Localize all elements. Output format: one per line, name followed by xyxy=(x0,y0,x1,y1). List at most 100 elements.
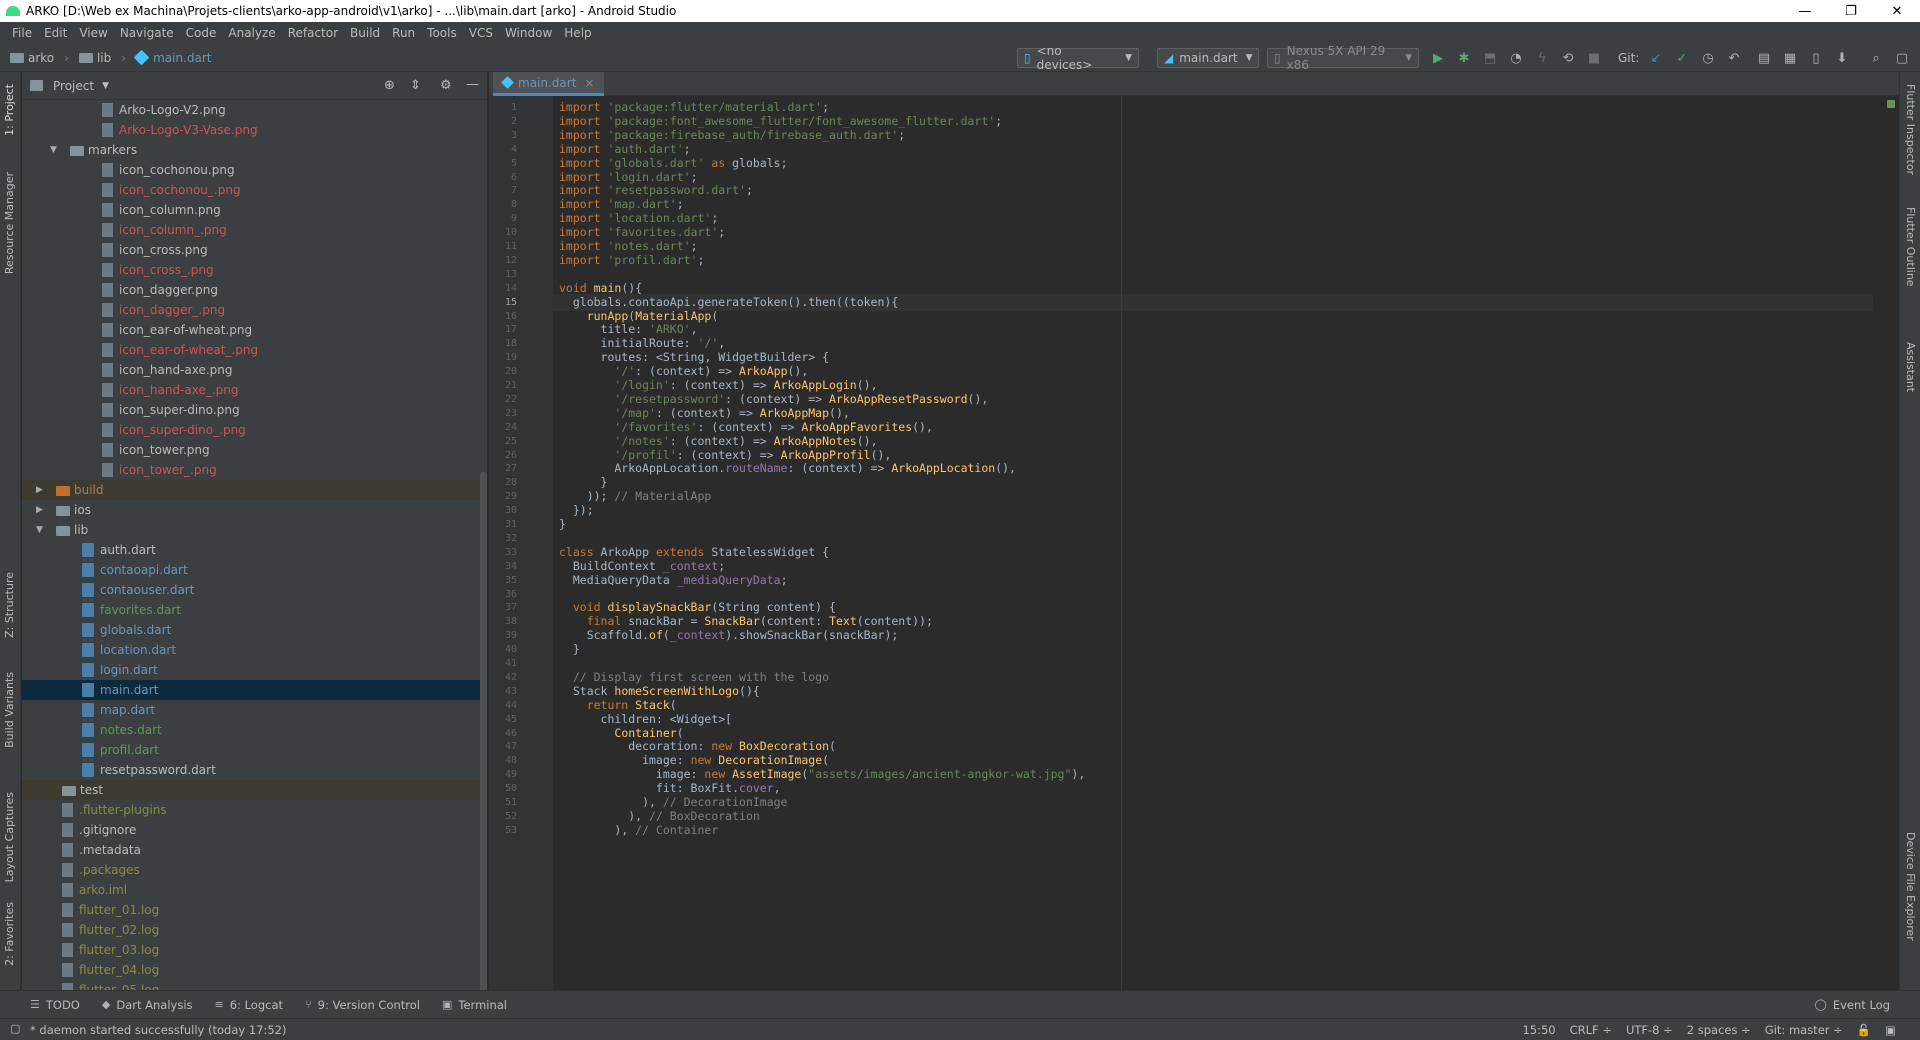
collapse-all-icon[interactable]: ⇕ xyxy=(410,78,421,93)
tree-file[interactable]: .packages xyxy=(22,860,487,880)
close-button[interactable]: ✕ xyxy=(1874,0,1920,22)
menu-build[interactable]: Build xyxy=(344,26,386,40)
tab-device-file-explorer[interactable]: Device File Explorer xyxy=(1904,832,1917,941)
menu-file[interactable]: File xyxy=(6,26,38,40)
tree-file[interactable]: resetpassword.dart xyxy=(22,760,487,780)
tree-file[interactable]: Arko-Logo-V2.png xyxy=(22,100,487,120)
sync-icon[interactable]: ⬇ xyxy=(1834,50,1850,66)
git-rollback-icon[interactable]: ↶ xyxy=(1726,50,1742,66)
code-line[interactable]: Scaffold.of(_context).showSnackBar(snack… xyxy=(559,627,899,644)
tree-folder[interactable]: ▶ build xyxy=(22,480,487,500)
menu-tools[interactable]: Tools xyxy=(421,26,463,40)
tool-terminal[interactable]: ▣ Terminal xyxy=(442,998,507,1012)
git-update-icon[interactable]: ↙ xyxy=(1648,50,1664,66)
tree-file[interactable]: icon_tower.png xyxy=(22,440,487,460)
tree-folder[interactable]: ▶ ios xyxy=(22,500,487,520)
tree-file[interactable]: notes.dart xyxy=(22,720,487,740)
tree-folder[interactable]: ▼ lib xyxy=(22,520,487,540)
tool-9-version-control[interactable]: ⑂ 9: Version Control xyxy=(305,998,420,1012)
memory-indicator-icon[interactable]: ▣ xyxy=(1885,1023,1896,1037)
menu-help[interactable]: Help xyxy=(558,26,597,40)
layout-icon[interactable]: ▢ xyxy=(1894,50,1910,66)
tree-file[interactable]: profil.dart xyxy=(22,740,487,760)
tree-file[interactable]: .flutter-plugins xyxy=(22,800,487,820)
tree-file[interactable]: icon_super-dino_.png xyxy=(22,420,487,440)
tree-file[interactable]: icon_cochonou.png xyxy=(22,160,487,180)
avd-manager-icon[interactable]: ▯ xyxy=(1808,50,1824,66)
run-icon[interactable]: ▶ xyxy=(1430,50,1446,66)
menu-navigate[interactable]: Navigate xyxy=(114,26,180,40)
chevron-down-icon[interactable]: ▼ xyxy=(102,81,109,91)
tree-file[interactable]: icon_ear-of-wheat.png xyxy=(22,320,487,340)
breadcrumb-project[interactable]: arko › xyxy=(10,51,69,65)
tree-file[interactable]: favorites.dart xyxy=(22,600,487,620)
code-line[interactable]: import 'profil.dart'; xyxy=(559,252,704,269)
locate-file-icon[interactable]: ⊕ xyxy=(384,78,395,93)
run-configuration-selector[interactable]: ◢ main.dart ▼ xyxy=(1157,48,1259,68)
line-separator[interactable]: CRLF ÷ xyxy=(1570,1023,1612,1037)
tree-file[interactable]: main.dart xyxy=(22,680,487,700)
tool-todo[interactable]: ☰ TODO xyxy=(30,998,80,1012)
tab-assistant[interactable]: Assistant xyxy=(1904,342,1917,392)
menu-analyze[interactable]: Analyze xyxy=(222,26,281,40)
tree-file[interactable]: icon_cross.png xyxy=(22,240,487,260)
git-history-icon[interactable]: ◷ xyxy=(1700,50,1716,66)
tab-flutter-inspector[interactable]: Flutter Inspector xyxy=(1904,84,1917,175)
stop-icon[interactable]: ■ xyxy=(1586,50,1602,66)
menu-run[interactable]: Run xyxy=(386,26,421,40)
gear-icon[interactable]: ⚙ xyxy=(440,78,452,93)
tree-file[interactable]: auth.dart xyxy=(22,540,487,560)
code-editor[interactable]: import 'package:flutter/material.dart'; … xyxy=(553,96,1873,990)
tree-file[interactable]: arko.iml xyxy=(22,880,487,900)
tree-file[interactable]: icon_dagger_.png xyxy=(22,300,487,320)
tree-folder[interactable]: ▼ markers xyxy=(22,140,487,160)
close-icon[interactable]: × xyxy=(584,76,594,90)
tab-main-dart[interactable]: main.dart × xyxy=(493,72,605,96)
tab-favorites[interactable]: 2: Favorites xyxy=(3,902,16,966)
minimize-button[interactable]: — xyxy=(1782,0,1828,22)
tree-file[interactable]: login.dart xyxy=(22,660,487,680)
menu-window[interactable]: Window xyxy=(499,26,558,40)
tree-file[interactable]: icon_cross_.png xyxy=(22,260,487,280)
tree-file[interactable]: flutter_03.log xyxy=(22,940,487,960)
tree-file[interactable]: .gitignore xyxy=(22,820,487,840)
git-commit-icon[interactable]: ✓ xyxy=(1674,50,1690,66)
hide-panel-icon[interactable]: — xyxy=(466,77,479,92)
breadcrumb-file[interactable]: main.dart xyxy=(133,49,211,66)
tab-resource-manager[interactable]: Resource Manager xyxy=(3,172,16,274)
attach-debugger-icon[interactable]: ⬒ xyxy=(1482,50,1498,66)
tab-layout-captures[interactable]: Layout Captures xyxy=(3,792,16,882)
code-line[interactable]: MediaQueryData _mediaQueryData; xyxy=(559,572,788,589)
tree-file[interactable]: icon_hand-axe.png xyxy=(22,360,487,380)
project-view-selector[interactable]: Project xyxy=(53,79,94,93)
emulator-selector[interactable]: ▯ Nexus 5X API 29 x86 ▼ xyxy=(1267,44,1419,72)
expanded-arrow-icon[interactable]: ▼ xyxy=(50,140,57,160)
device-selector[interactable]: ▯ <no devices> ▼ xyxy=(1017,44,1139,72)
tree-file[interactable]: contaouser.dart xyxy=(22,580,487,600)
tree-file[interactable]: icon_dagger.png xyxy=(22,280,487,300)
tree-file[interactable]: icon_super-dino.png xyxy=(22,400,487,420)
code-line[interactable]: } xyxy=(559,641,580,658)
hot-restart-icon[interactable]: ⟲ xyxy=(1560,50,1576,66)
menu-view[interactable]: View xyxy=(73,26,113,40)
project-structure-icon[interactable]: ▤ xyxy=(1756,50,1772,66)
breadcrumb-lib[interactable]: lib › xyxy=(78,51,126,65)
tab-build-variants[interactable]: Build Variants xyxy=(3,672,16,748)
event-log-button[interactable]: ◯ Event Log xyxy=(1815,998,1890,1012)
restore-button[interactable]: ❐ xyxy=(1828,0,1874,22)
code-line[interactable]: ArkoAppLocation.routeName: (context) => … xyxy=(559,460,1016,477)
sdk-manager-icon[interactable]: ▦ xyxy=(1782,50,1798,66)
tree-file[interactable]: icon_hand-axe_.png xyxy=(22,380,487,400)
tree-file[interactable]: icon_ear-of-wheat_.png xyxy=(22,340,487,360)
caret-position[interactable]: 15:50 xyxy=(1522,1023,1555,1037)
menu-code[interactable]: Code xyxy=(180,26,223,40)
tree-file[interactable]: globals.dart xyxy=(22,620,487,640)
code-line[interactable]: ), // Container xyxy=(559,822,718,839)
code-line[interactable]: } xyxy=(559,516,566,533)
menu-edit[interactable]: Edit xyxy=(38,26,73,40)
tree-file[interactable]: .metadata xyxy=(22,840,487,860)
menu-vcs[interactable]: VCS xyxy=(463,26,499,40)
tab-project[interactable]: 1: Project xyxy=(3,84,16,136)
tree-file[interactable]: icon_tower_.png xyxy=(22,460,487,480)
git-branch[interactable]: Git: master ÷ xyxy=(1765,1023,1843,1037)
